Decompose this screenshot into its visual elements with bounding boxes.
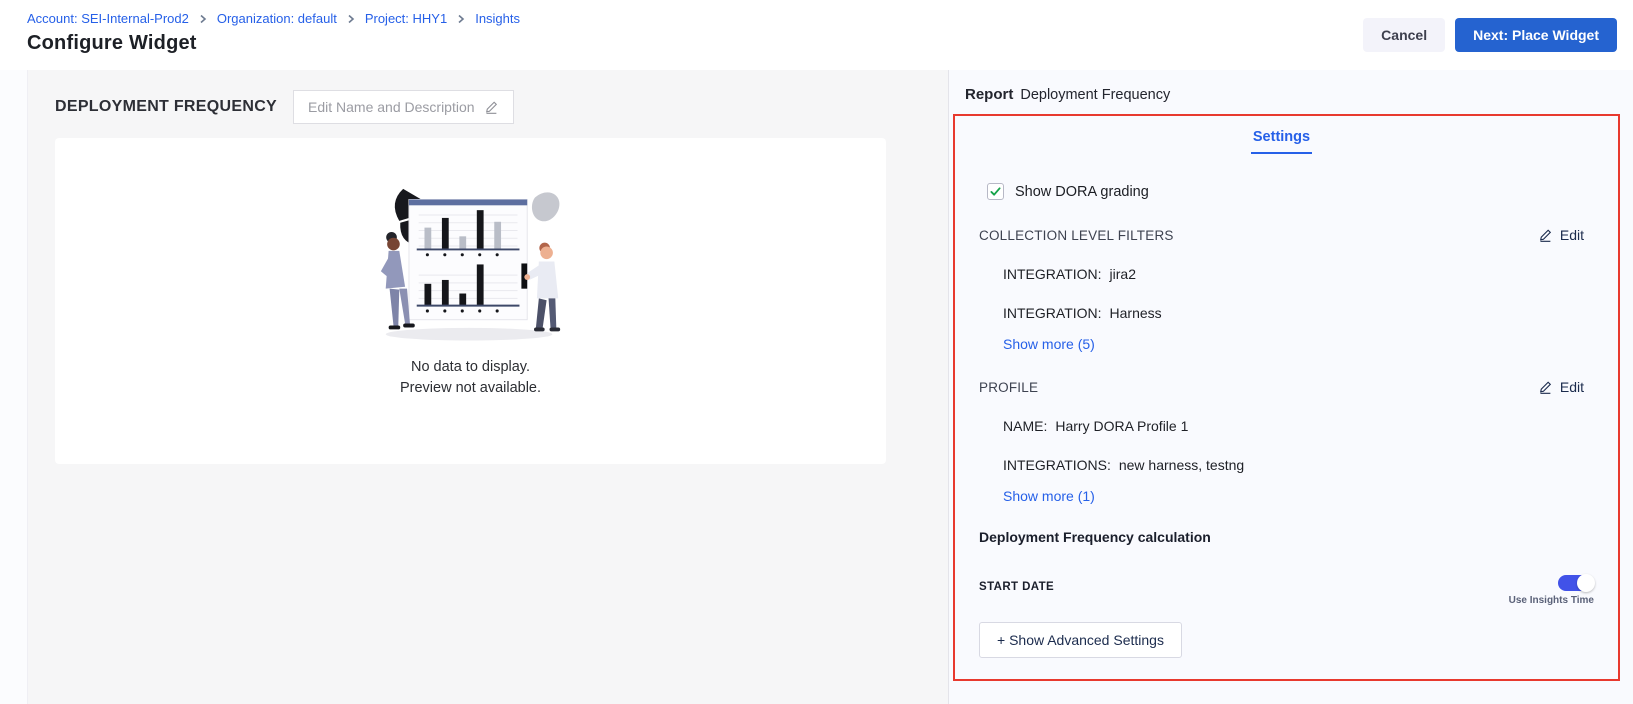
profile-row-value: new harness, testng <box>1119 457 1244 473</box>
show-dora-grading-checkbox[interactable] <box>987 183 1004 200</box>
left-gutter <box>0 70 28 704</box>
report-label: Report <box>965 86 1013 103</box>
breadcrumb-insights-link[interactable]: Insights <box>475 11 520 26</box>
toggle-knob <box>1577 574 1595 592</box>
chevron-right-icon <box>346 14 356 24</box>
profile-edit-button[interactable]: Edit <box>1538 379 1584 395</box>
breadcrumb-organization-link[interactable]: Organization: default <box>217 11 337 26</box>
breadcrumb-account-link[interactable]: Account: SEI-Internal-Prod2 <box>27 11 189 26</box>
chevron-right-icon <box>456 14 466 24</box>
next-place-widget-button[interactable]: Next: Place Widget <box>1455 18 1617 52</box>
filter-value: Harness <box>1110 305 1162 321</box>
empty-state-line2: Preview not available. <box>400 378 541 399</box>
filter-label: INTEGRATION: <box>1003 266 1102 282</box>
collection-filters-title: COLLECTION LEVEL FILTERS <box>979 228 1174 243</box>
filter-label: INTEGRATION: <box>1003 305 1102 321</box>
cancel-button[interactable]: Cancel <box>1363 18 1445 52</box>
profile-row-value: Harry DORA Profile 1 <box>1055 418 1188 434</box>
start-date-row: START DATE Use Insights Time <box>979 575 1584 606</box>
insights-time-toggle-block: Use Insights Time <box>1509 575 1594 606</box>
settings-highlight-box: Settings Show DORA grading COLLECTION LE… <box>953 114 1620 681</box>
widget-name-heading: DEPLOYMENT FREQUENCY <box>55 98 277 116</box>
start-date-label: START DATE <box>979 575 1054 593</box>
empty-state-text: No data to display. Preview not availabl… <box>400 357 541 399</box>
profile-row-label: NAME: <box>1003 418 1047 434</box>
header-actions: Cancel Next: Place Widget <box>1363 18 1617 52</box>
main-content: DEPLOYMENT FREQUENCY Edit Name and Descr… <box>0 70 1633 704</box>
checkmark-icon <box>990 186 1001 197</box>
tab-settings[interactable]: Settings <box>1251 124 1312 154</box>
dora-grading-row: Show DORA grading <box>987 183 1584 200</box>
show-dora-grading-label: Show DORA grading <box>1015 184 1149 200</box>
page-header: Account: SEI-Internal-Prod2 Organization… <box>0 0 1633 70</box>
show-advanced-settings-button[interactable]: + Show Advanced Settings <box>979 622 1182 658</box>
collection-filters-section-head: COLLECTION LEVEL FILTERS Edit <box>979 227 1584 243</box>
report-value: Deployment Frequency <box>1020 87 1170 103</box>
edit-label: Edit <box>1560 379 1584 395</box>
filter-value: jira2 <box>1110 266 1136 282</box>
widget-header: DEPLOYMENT FREQUENCY Edit Name and Descr… <box>55 90 948 124</box>
edit-pencil-icon <box>484 100 499 115</box>
profile-row-label: INTEGRATIONS: <box>1003 457 1111 473</box>
chevron-right-icon <box>198 14 208 24</box>
calculation-title: Deployment Frequency calculation <box>979 529 1584 545</box>
no-data-illustration <box>345 180 597 345</box>
edit-name-label: Edit Name and Description <box>308 99 475 115</box>
edit-name-description-button[interactable]: Edit Name and Description <box>293 90 514 124</box>
widget-settings-panel: Report Deployment Frequency Settings Show… <box>948 70 1633 704</box>
empty-state-line1: No data to display. <box>400 357 541 378</box>
use-insights-time-toggle[interactable] <box>1558 575 1594 591</box>
report-header: Report Deployment Frequency <box>949 83 1633 103</box>
widget-preview-panel: DEPLOYMENT FREQUENCY Edit Name and Descr… <box>28 70 948 704</box>
use-insights-time-label: Use Insights Time <box>1509 595 1594 606</box>
breadcrumb-project-link[interactable]: Project: HHY1 <box>365 11 447 26</box>
filter-row: INTEGRATION: Harness <box>1003 305 1584 321</box>
profile-show-more-link[interactable]: Show more (1) <box>1003 488 1584 504</box>
profile-row: NAME: Harry DORA Profile 1 <box>1003 418 1584 434</box>
filter-row: INTEGRATION: jira2 <box>1003 266 1584 282</box>
profile-section-head: PROFILE Edit <box>979 379 1584 395</box>
collection-filters-show-more-link[interactable]: Show more (5) <box>1003 336 1584 352</box>
profile-row: INTEGRATIONS: new harness, testng <box>1003 457 1584 473</box>
profile-title: PROFILE <box>979 380 1038 395</box>
edit-pencil-icon <box>1538 380 1553 395</box>
tab-bar: Settings <box>979 124 1584 154</box>
edit-pencil-icon <box>1538 228 1553 243</box>
collection-filters-edit-button[interactable]: Edit <box>1538 227 1584 243</box>
edit-label: Edit <box>1560 227 1584 243</box>
preview-card: No data to display. Preview not availabl… <box>55 138 886 464</box>
